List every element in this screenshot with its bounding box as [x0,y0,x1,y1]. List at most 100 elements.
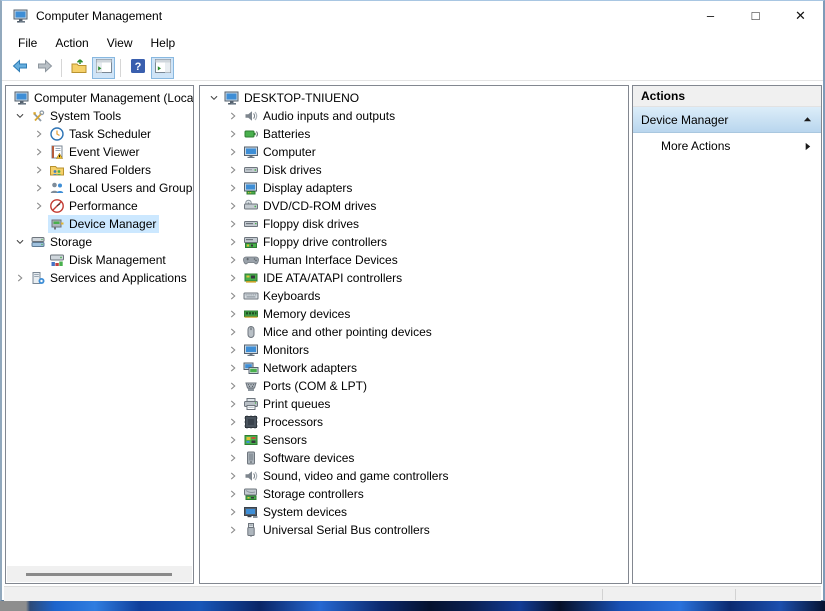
up-one-level-button[interactable] [67,57,90,79]
chevron-right-icon[interactable] [224,324,242,340]
tree-item-print-queues[interactable]: Print queues [200,395,628,413]
chevron-right-icon[interactable] [224,432,242,448]
tree-item-performance[interactable]: Performance [6,197,193,215]
selected-item-highlight[interactable]: Device Manager [48,215,159,233]
chevron-right-icon[interactable] [224,288,242,304]
tree-item-monitors[interactable]: Monitors [200,341,628,359]
chevron-right-icon[interactable] [224,450,242,466]
tree-item-body[interactable]: Mice and other pointing devices [242,323,435,341]
chevron-right-icon[interactable] [224,198,242,214]
tree-item-body[interactable]: Monitors [242,341,312,359]
chevron-right-icon[interactable] [30,180,48,196]
tree-item-body[interactable]: Sensors [242,431,310,449]
chevron-right-icon[interactable] [224,180,242,196]
menu-file[interactable]: File [9,33,46,53]
chevron-right-icon[interactable] [224,360,242,376]
tree-item-body[interactable]: IDE ATA/ATAPI controllers [242,269,405,287]
tree-item-floppy-drive-controllers[interactable]: Floppy drive controllers [200,233,628,251]
tree-item-computer[interactable]: Computer [200,143,628,161]
tree-item-computer-management-local[interactable]: Computer Management (Local) [6,89,193,107]
title-bar[interactable]: Computer Management – □ ✕ [2,1,823,31]
tree-item-body[interactable]: Event Viewer [48,143,142,161]
chevron-right-icon[interactable] [224,522,242,538]
tree-item-sound-video-and-game-controllers[interactable]: Sound, video and game controllers [200,467,628,485]
forward-button[interactable] [33,57,56,79]
chevron-right-icon[interactable] [224,108,242,124]
menu-view[interactable]: View [98,33,142,53]
chevron-right-icon[interactable] [224,468,242,484]
tree-item-ports-com-lpt[interactable]: Ports (COM & LPT) [200,377,628,395]
tree-item-body[interactable]: System devices [242,503,350,521]
tree-item-body[interactable]: Memory devices [242,305,353,323]
tree-item-body[interactable]: Storage [29,233,95,251]
chevron-right-icon[interactable] [224,162,242,178]
tree-item-processors[interactable]: Processors [200,413,628,431]
tree-item-body[interactable]: Network adapters [242,359,360,377]
chevron-down-icon[interactable] [205,90,223,106]
close-button[interactable]: ✕ [778,1,823,30]
chevron-right-icon[interactable] [224,396,242,412]
tree-item-keyboards[interactable]: Keyboards [200,287,628,305]
chevron-right-icon[interactable] [224,216,242,232]
tree-item-body[interactable]: Storage controllers [242,485,367,503]
tree-item-body[interactable]: Disk Management [48,251,169,269]
tree-item-sensors[interactable]: Sensors [200,431,628,449]
tree-item-local-users-and-groups[interactable]: Local Users and Groups [6,179,193,197]
tree-item-memory-devices[interactable]: Memory devices [200,305,628,323]
tree-item-storage[interactable]: Storage [6,233,193,251]
chevron-right-icon[interactable] [224,306,242,322]
tree-item-body[interactable]: Universal Serial Bus controllers [242,521,433,539]
tree-item-floppy-disk-drives[interactable]: Floppy disk drives [200,215,628,233]
chevron-right-icon[interactable] [224,504,242,520]
chevron-right-icon[interactable] [224,234,242,250]
actions-group-device-manager[interactable]: Device Manager [633,107,821,133]
tree-item-network-adapters[interactable]: Network adapters [200,359,628,377]
tree-item-universal-serial-bus-controllers[interactable]: Universal Serial Bus controllers [200,521,628,539]
tree-item-body[interactable]: Processors [242,413,326,431]
tree-item-device-manager[interactable]: Device Manager [6,215,193,233]
chevron-right-icon[interactable] [224,144,242,160]
tree-item-body[interactable]: Display adapters [242,179,355,197]
tree-item-task-scheduler[interactable]: Task Scheduler [6,125,193,143]
chevron-right-icon[interactable] [224,342,242,358]
chevron-right-icon[interactable] [224,414,242,430]
tree-item-body[interactable]: Human Interface Devices [242,251,401,269]
tree-item-display-adapters[interactable]: Display adapters [200,179,628,197]
tree-item-body[interactable]: Ports (COM & LPT) [242,377,370,395]
maximize-button[interactable]: □ [733,1,778,30]
chevron-right-icon[interactable] [224,252,242,268]
tree-item-body[interactable]: DVD/CD-ROM drives [242,197,379,215]
chevron-right-icon[interactable] [11,270,29,286]
tree-item-disk-drives[interactable]: Disk drives [200,161,628,179]
tree-item-human-interface-devices[interactable]: Human Interface Devices [200,251,628,269]
menu-help[interactable]: Help [142,33,185,53]
chevron-right-icon[interactable] [224,486,242,502]
chevron-right-icon[interactable] [224,270,242,286]
collapse-up-icon[interactable] [803,115,812,124]
tree-item-body[interactable]: Disk drives [242,161,325,179]
tree-item-event-viewer[interactable]: Event Viewer [6,143,193,161]
tree-item-batteries[interactable]: Batteries [200,125,628,143]
tree-item-audio-inputs-and-outputs[interactable]: Audio inputs and outputs [200,107,628,125]
tree-item-body[interactable]: Batteries [242,125,313,143]
tree-item-services-and-applications[interactable]: Services and Applications [6,269,193,287]
tree-item-dvd-cd-rom-drives[interactable]: DVD/CD-ROM drives [200,197,628,215]
horizontal-scrollbar[interactable] [7,566,192,582]
tree-item-software-devices[interactable]: Software devices [200,449,628,467]
tree-item-system-devices[interactable]: System devices [200,503,628,521]
chevron-down-icon[interactable] [11,234,29,250]
menu-action[interactable]: Action [46,33,97,53]
show-action-pane-button[interactable] [151,57,174,79]
tree-item-body[interactable]: Computer Management (Local) [13,89,194,107]
chevron-right-icon[interactable] [30,198,48,214]
tree-item-storage-controllers[interactable]: Storage controllers [200,485,628,503]
tree-item-body[interactable]: System Tools [29,107,124,125]
chevron-right-icon[interactable] [224,378,242,394]
tree-item-desktop-tniueno[interactable]: DESKTOP-TNIUENO [200,89,628,107]
back-button[interactable] [8,57,31,79]
scrollbar-thumb[interactable] [26,573,172,576]
tree-item-body[interactable]: Keyboards [242,287,323,305]
tree-item-body[interactable]: Shared Folders [48,161,154,179]
tree-item-body[interactable]: Print queues [242,395,333,413]
tree-item-body[interactable]: Services and Applications [29,269,190,287]
